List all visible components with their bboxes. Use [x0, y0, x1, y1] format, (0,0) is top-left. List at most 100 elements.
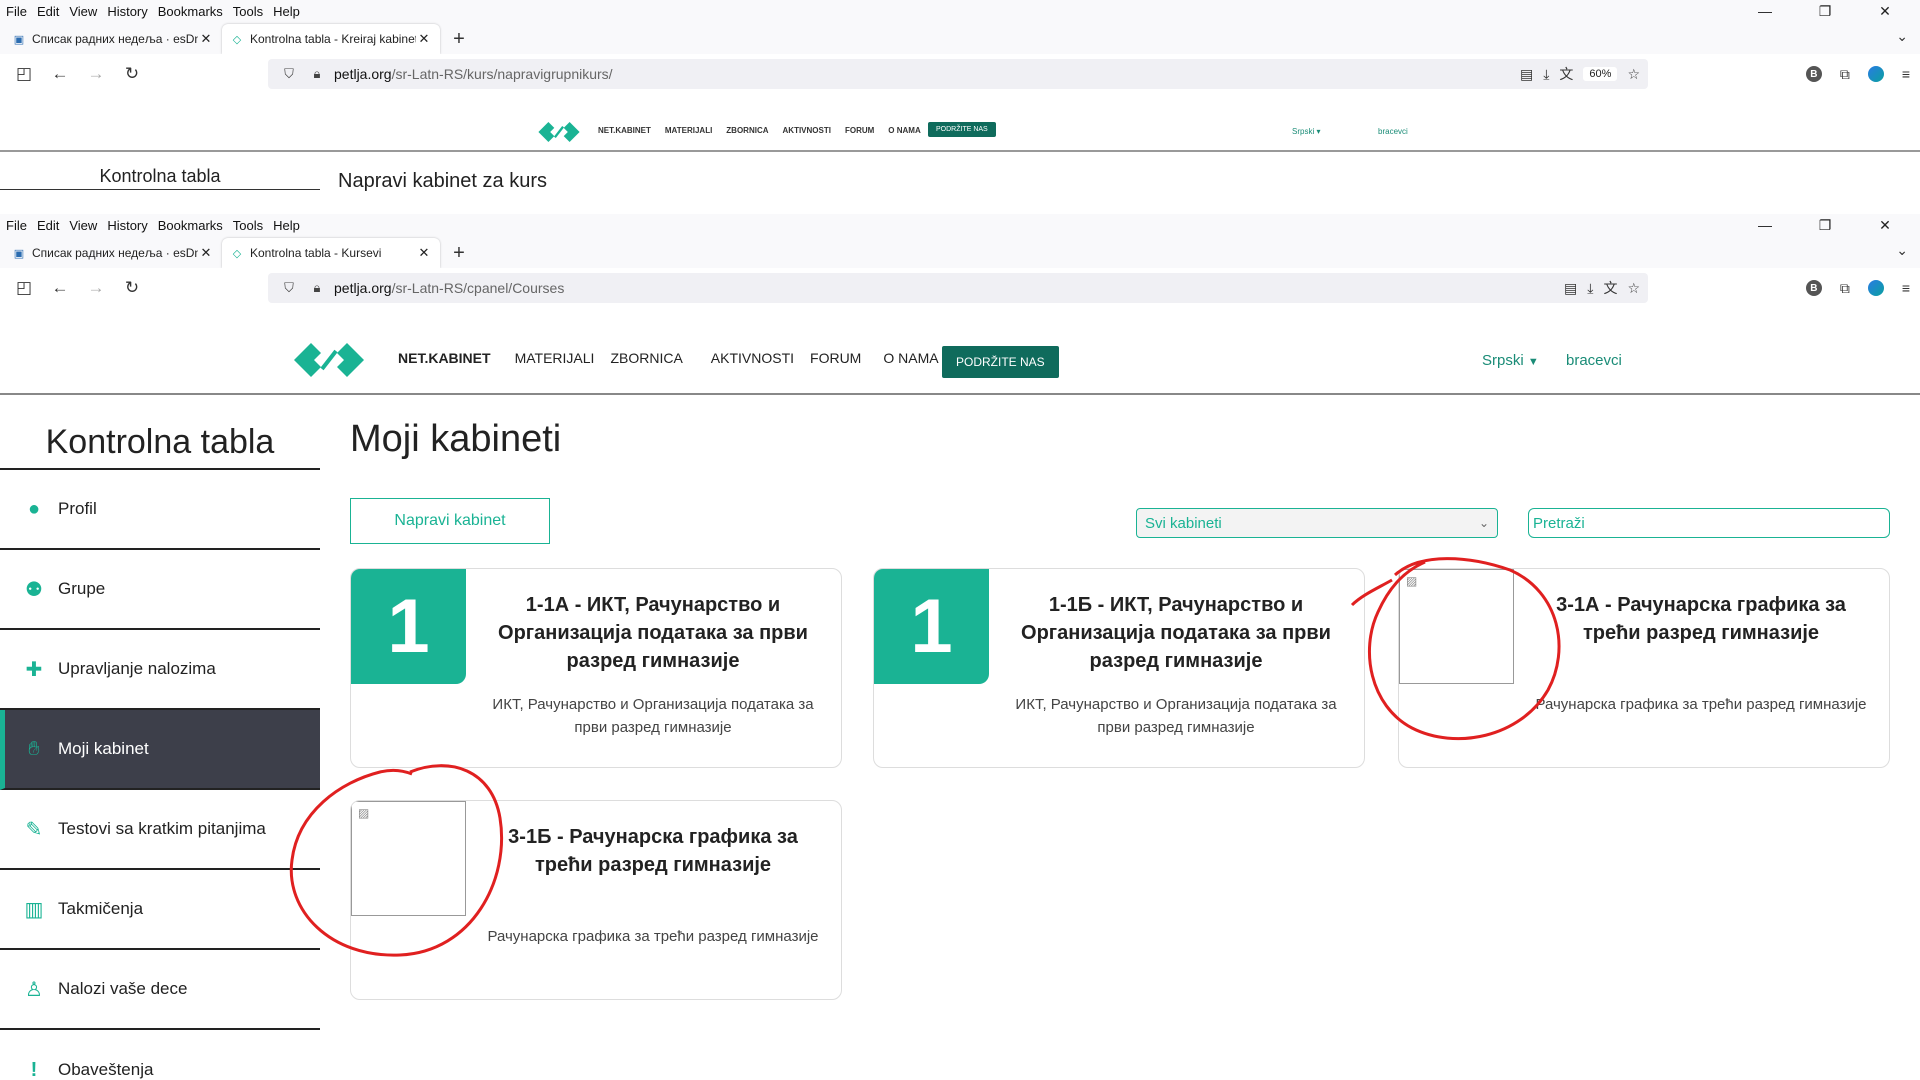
reload-icon[interactable]: ↻: [114, 64, 150, 84]
mini-nav-link[interactable]: AKTIVNOSTI: [783, 126, 831, 135]
create-cabinet-button[interactable]: Napravi kabinet: [350, 498, 550, 544]
sidebar-item-moji-kabinet[interactable]: ✋︎ Moji kabinet: [0, 710, 320, 790]
lock-icon[interactable]: 🔒︎: [306, 66, 328, 82]
mini-support-button[interactable]: PODRŽITE NAS: [928, 122, 996, 137]
menu-tools[interactable]: Tools: [233, 4, 263, 19]
reader-view-icon[interactable]: ▤: [1564, 280, 1577, 297]
sidebar-item-profil[interactable]: ● Profil: [0, 470, 320, 550]
cabinet-filter-select[interactable]: Svi kabineti ⌄: [1136, 508, 1498, 538]
new-tab-icon[interactable]: +: [444, 238, 474, 268]
nav-net-kabinet[interactable]: NET.KABINET: [398, 350, 491, 366]
petlja-logo-icon[interactable]: [538, 122, 580, 142]
search-input[interactable]: [1528, 508, 1890, 538]
back-icon[interactable]: ←: [42, 64, 78, 84]
bookmark-star-icon[interactable]: ☆: [1627, 66, 1640, 83]
lock-icon[interactable]: 🔒︎: [306, 280, 328, 296]
language-select[interactable]: Srpski ▼: [1482, 352, 1539, 369]
sidebar-toggle-icon[interactable]: ◰: [6, 64, 42, 84]
nav-forum[interactable]: FORUM: [810, 350, 861, 366]
zoom-badge[interactable]: 60%: [1583, 67, 1618, 81]
close-tab-icon[interactable]: ✕: [416, 245, 432, 261]
shield-icon[interactable]: ⛉: [278, 66, 300, 82]
browser-tab[interactable]: ▣ Списак радних недеља · esDne ✕: [4, 24, 222, 54]
mini-nav-link[interactable]: NET.KABINET: [598, 126, 651, 135]
menu-bookmarks[interactable]: Bookmarks: [158, 218, 223, 233]
nav-o-nama[interactable]: O NAMA: [883, 350, 938, 366]
forward-icon[interactable]: →: [78, 278, 114, 298]
url-bar[interactable]: ⛉ 🔒︎ petlja.org/sr-Latn-RS/kurs/napravig…: [268, 59, 1648, 89]
restore-icon[interactable]: ❐: [1800, 0, 1850, 22]
new-tab-icon[interactable]: +: [444, 24, 474, 54]
restore-icon[interactable]: ❐: [1800, 214, 1850, 236]
browser-tab[interactable]: ▣ Списак радних недеља · esDne ✕: [4, 238, 222, 268]
menu-file[interactable]: File: [6, 4, 27, 19]
menu-help[interactable]: Help: [273, 218, 300, 233]
nav-zbornica[interactable]: ZBORNICA: [610, 350, 682, 366]
menu-view[interactable]: View: [69, 4, 97, 19]
cabinet-card[interactable]: 1 1-1Б - ИКТ, Рачунарство и Организација…: [873, 568, 1365, 768]
browser-ext-icon[interactable]: [1867, 66, 1884, 82]
sidebar-item-obavestenja[interactable]: ! Obaveštenja: [0, 1030, 320, 1080]
support-button[interactable]: PODRŽITE NAS: [942, 346, 1059, 378]
cabinet-card[interactable]: ▨ 3-1А - Рачунарска графика за трећи раз…: [1398, 568, 1890, 768]
menu-file[interactable]: File: [6, 218, 27, 233]
url-bar[interactable]: ⛉ 🔒︎ petlja.org/sr-Latn-RS/cpanel/Course…: [268, 273, 1648, 303]
close-tab-icon[interactable]: ✕: [416, 31, 432, 47]
sidebar-item-upravljanje-nalozima[interactable]: ✚ Upravljanje nalozima: [0, 630, 320, 710]
close-tab-icon[interactable]: ✕: [198, 31, 214, 47]
cabinet-card[interactable]: ▨ 3-1Б - Рачунарска графика за трећи раз…: [350, 800, 842, 1000]
extensions-icon[interactable]: ⧉: [1840, 66, 1850, 83]
reload-icon[interactable]: ↻: [114, 278, 150, 298]
close-window-icon[interactable]: ✕: [1860, 214, 1910, 236]
sidebar-item-nalozi-dece[interactable]: ♙ Nalozi vaše dece: [0, 950, 320, 1030]
close-window-icon[interactable]: ✕: [1860, 0, 1910, 22]
mini-language-select[interactable]: Srpski ▾: [1292, 127, 1320, 136]
user-link[interactable]: bracevci: [1566, 352, 1622, 369]
reader-view-icon[interactable]: ▤: [1520, 66, 1533, 83]
minimize-icon[interactable]: —: [1740, 0, 1790, 22]
nav-materijali[interactable]: MATERIJALI: [515, 350, 595, 366]
close-tab-icon[interactable]: ✕: [198, 245, 214, 261]
pocket-icon[interactable]: ⤓: [1543, 66, 1549, 83]
sidebar-item-takmicenja[interactable]: ▥ Takmičenja: [0, 870, 320, 950]
mini-nav-link[interactable]: ZBORNICA: [726, 126, 768, 135]
b-extension-icon[interactable]: B: [1805, 66, 1822, 82]
menu-view[interactable]: View: [69, 218, 97, 233]
nav-aktivnosti[interactable]: AKTIVNOSTI: [711, 350, 794, 366]
browser-ext-icon[interactable]: [1867, 280, 1884, 296]
chevron-down-icon[interactable]: ⌄: [1896, 28, 1908, 45]
menu-history[interactable]: History: [107, 4, 147, 19]
b-extension-icon[interactable]: B: [1805, 280, 1822, 296]
menu-edit[interactable]: Edit: [37, 218, 59, 233]
translate-icon[interactable]: 文: [1603, 278, 1617, 298]
pocket-icon[interactable]: ⤓: [1587, 280, 1593, 297]
bookmark-star-icon[interactable]: ☆: [1627, 280, 1640, 297]
menu-icon[interactable]: ≡: [1902, 66, 1910, 82]
minimize-icon[interactable]: —: [1740, 214, 1790, 236]
menu-edit[interactable]: Edit: [37, 4, 59, 19]
browser-tab-active[interactable]: ◇ Kontrolna tabla - Kreiraj kabinet ✕: [222, 24, 440, 54]
mini-nav-link[interactable]: MATERIJALI: [665, 126, 712, 135]
back-icon[interactable]: ←: [42, 278, 78, 298]
sidebar-toggle-icon[interactable]: ◰: [6, 278, 42, 298]
chevron-down-icon[interactable]: ⌄: [1896, 242, 1908, 259]
sidebar-item-grupe[interactable]: ⚉ Grupe: [0, 550, 320, 630]
mini-user-link[interactable]: bracevci: [1378, 127, 1408, 136]
cabinet-card[interactable]: 1 1-1А - ИКТ, Рачунарство и Организација…: [350, 568, 842, 768]
card-title[interactable]: 1-1А - ИКТ, Рачунарство и Организација п…: [481, 591, 825, 675]
card-title[interactable]: 3-1Б - Рачунарска графика за трећи разре…: [481, 823, 825, 879]
menu-history[interactable]: History: [107, 218, 147, 233]
card-title[interactable]: 3-1А - Рачунарска графика за трећи разре…: [1529, 591, 1873, 647]
shield-icon[interactable]: ⛉: [278, 280, 300, 296]
extensions-icon[interactable]: ⧉: [1840, 280, 1850, 297]
petlja-logo-icon[interactable]: [294, 342, 364, 378]
card-title[interactable]: 1-1Б - ИКТ, Рачунарство и Организација п…: [1004, 591, 1348, 675]
translate-icon[interactable]: 文: [1559, 64, 1573, 84]
menu-tools[interactable]: Tools: [233, 218, 263, 233]
menu-help[interactable]: Help: [273, 4, 300, 19]
forward-icon[interactable]: →: [78, 64, 114, 84]
menu-icon[interactable]: ≡: [1902, 280, 1910, 296]
browser-tab-active[interactable]: ◇ Kontrolna tabla - Kursevi ✕: [222, 238, 440, 268]
mini-nav-link[interactable]: FORUM: [845, 126, 874, 135]
sidebar-item-testovi[interactable]: ✎ Testovi sa kratkim pitanjima: [0, 790, 320, 870]
